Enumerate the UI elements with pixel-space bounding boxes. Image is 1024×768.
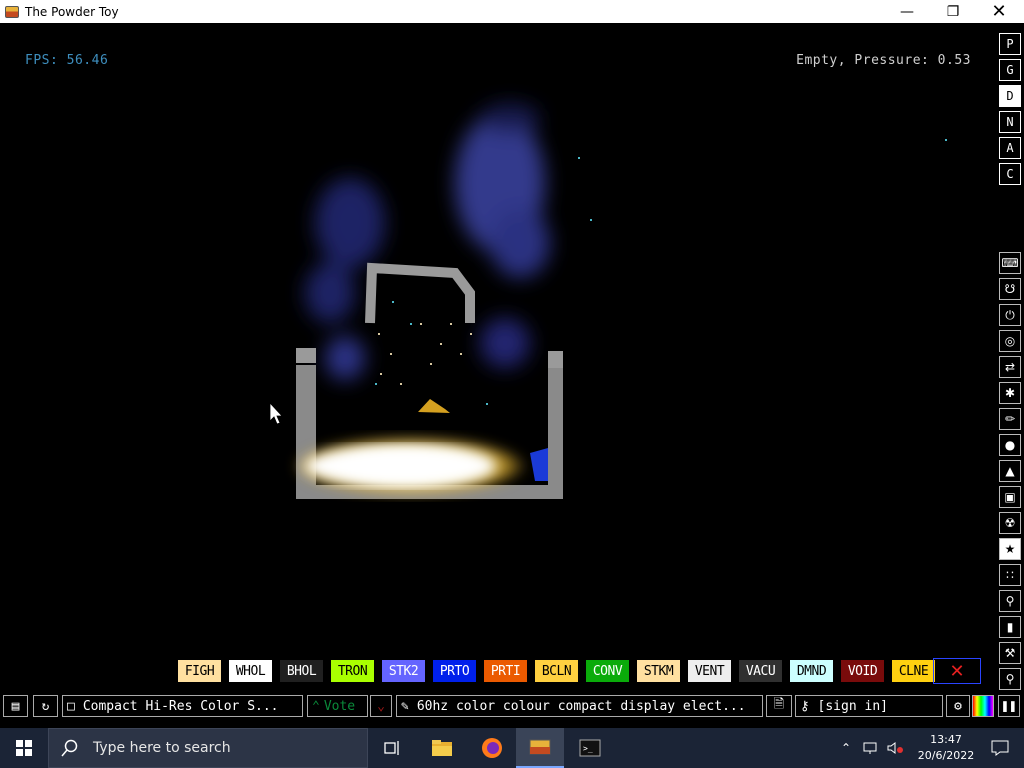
save-description: 60hz color colour compact display elect.…	[416, 698, 746, 714]
element-stkm-button[interactable]: STKM	[637, 660, 680, 682]
taskbar-search-box[interactable]: Type here to search	[48, 728, 368, 768]
search-icon	[61, 739, 78, 757]
bookmark-icon[interactable]: ▮	[999, 616, 1021, 638]
simulation-canvas[interactable]: FPS: 56.46 Empty, Pressure: 0.53	[0, 23, 995, 659]
simulation-scene	[269, 103, 947, 499]
square-icon[interactable]: ▣	[999, 486, 1021, 508]
element-dmnd-button[interactable]: DMND	[790, 660, 833, 682]
radiation-icon[interactable]: ☢	[999, 512, 1021, 534]
arrows-icon[interactable]: ⇄	[999, 356, 1021, 378]
magnifier-icon[interactable]: ⚲	[999, 668, 1021, 690]
task-view-icon[interactable]	[368, 728, 416, 768]
menu-d-button[interactable]: D	[999, 85, 1021, 107]
vote-up-button[interactable]: ⌃ Vote	[307, 695, 368, 717]
power-icon[interactable]: ⏻	[999, 304, 1021, 326]
chevron-up-icon[interactable]: ⌃	[835, 728, 857, 768]
notification-icon[interactable]	[976, 728, 1024, 768]
powder-toy-taskbar-icon[interactable]	[516, 728, 564, 768]
clear-selection-icon[interactable]: ✕	[933, 658, 981, 684]
menu-n-button[interactable]: N	[999, 111, 1021, 133]
element-figh-button[interactable]: FIGH	[178, 660, 221, 682]
app-icon	[5, 5, 19, 18]
description-button[interactable]: ✎ 60hz color colour compact display elec…	[396, 695, 763, 717]
firefox-icon[interactable]	[468, 728, 516, 768]
plug-icon[interactable]: ☋	[999, 278, 1021, 300]
element-clne-button[interactable]: CLNE	[892, 660, 935, 682]
menu-g-button[interactable]: G	[999, 59, 1021, 81]
element-bhol-button[interactable]: BHOL	[280, 660, 323, 682]
element-palette: FIGH WHOL BHOL TRON STK2 PRTO PRTI BCLN CONV STKM…	[178, 660, 935, 683]
window-title-bar: The Powder Toy — ❐ ✕	[0, 0, 1024, 23]
element-whol-button[interactable]: WHOL	[229, 660, 272, 682]
reload-icon[interactable]: ↻	[33, 695, 58, 717]
key-icon: ⚷	[800, 698, 810, 714]
dots-icon[interactable]: ∷	[999, 564, 1021, 586]
save-name: Compact Hi-Res Color S...	[82, 698, 279, 714]
close-button[interactable]: ✕	[976, 0, 1022, 23]
clock-date: 20/6/2022	[917, 749, 975, 762]
login-button[interactable]: ⚷ [sign in]	[795, 695, 943, 717]
pressure-readout: Empty, Pressure: 0.53	[796, 53, 971, 68]
element-bcln-button[interactable]: BCLN	[535, 660, 578, 682]
maximize-button[interactable]: ❐	[930, 0, 976, 23]
menu-a-button[interactable]: A	[999, 137, 1021, 159]
element-vent-button[interactable]: VENT	[688, 660, 731, 682]
bulb-icon[interactable]: ⚲	[999, 590, 1021, 612]
element-void-button[interactable]: VOID	[841, 660, 884, 682]
spray-icon[interactable]: ✱	[999, 382, 1021, 404]
network-icon[interactable]	[860, 728, 882, 768]
element-stk2-button[interactable]: STK2	[382, 660, 425, 682]
taskbar-clock[interactable]: 13:47 20/6/2022	[916, 732, 976, 764]
settings-icon[interactable]: ⚙	[946, 695, 970, 717]
menu-p-button[interactable]: P	[999, 33, 1021, 55]
volume-muted-icon[interactable]	[884, 728, 906, 768]
color-picker-icon[interactable]	[972, 695, 994, 717]
element-tron-button[interactable]: TRON	[331, 660, 374, 682]
terminal-icon[interactable]: >_	[566, 728, 614, 768]
signin-label: [sign in]	[817, 698, 888, 714]
fps-counter: FPS: 56.46	[25, 53, 109, 68]
window-title: The Powder Toy	[25, 4, 119, 19]
hammer-icon[interactable]: ⚒	[999, 642, 1021, 664]
open-save-icon[interactable]: ▤	[3, 695, 28, 717]
element-conv-button[interactable]: CONV	[586, 660, 629, 682]
keyboard-icon[interactable]: ⌨	[999, 252, 1021, 274]
clock-time: 13:47	[930, 733, 962, 746]
windows-logo-icon	[16, 740, 32, 756]
vote-label: Vote	[323, 698, 356, 714]
brush-icon[interactable]: ✏	[999, 408, 1021, 430]
start-button[interactable]	[0, 728, 48, 768]
element-vacu-button[interactable]: VACU	[739, 660, 782, 682]
search-placeholder: Type here to search	[93, 740, 231, 756]
vote-up-icon: ⌃	[312, 698, 320, 714]
star-icon[interactable]: ★	[999, 538, 1021, 560]
vote-down-button[interactable]: ⌄	[370, 695, 392, 717]
bottom-toolbar: ▤ ↻ □ Compact Hi-Res Color S... ⌃ Vote ⌄…	[0, 690, 1024, 722]
save-name-button[interactable]: □ Compact Hi-Res Color S...	[62, 695, 303, 717]
drop-icon[interactable]: ●	[999, 434, 1021, 456]
save-file-icon: □	[67, 698, 75, 714]
pause-icon[interactable]: ❚❚	[998, 695, 1020, 717]
menu-c-button[interactable]: C	[999, 163, 1021, 185]
windows-taskbar: Type here to search >_ ⌃ 13:47 20/6/2022	[0, 728, 1024, 768]
element-prti-button[interactable]: PRTI	[484, 660, 527, 682]
minimize-button[interactable]: —	[884, 0, 930, 23]
svg-text:>_: >_	[583, 744, 593, 753]
flask-icon[interactable]: ▲	[999, 460, 1021, 482]
gauge-icon[interactable]: ◎	[999, 330, 1021, 352]
file-explorer-icon[interactable]	[418, 728, 466, 768]
element-prto-button[interactable]: PRTO	[433, 660, 476, 682]
new-sim-icon[interactable]: 🗎	[766, 695, 792, 717]
tag-icon: ✎	[401, 698, 409, 714]
